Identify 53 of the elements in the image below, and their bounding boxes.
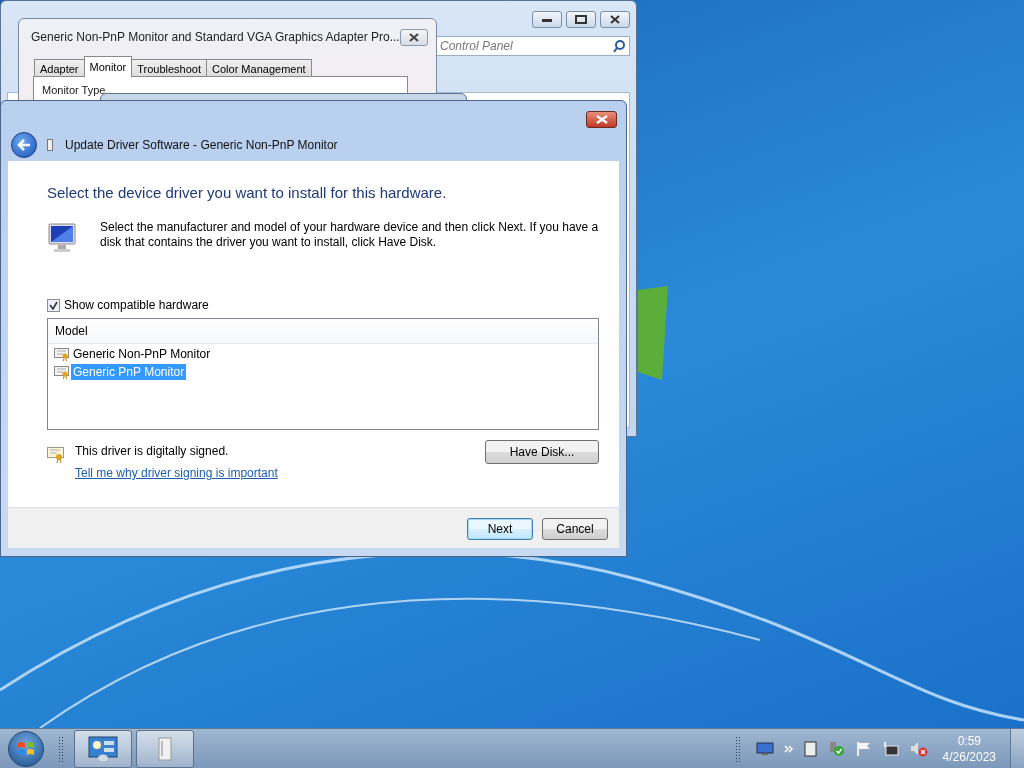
certificate-icon bbox=[54, 347, 70, 361]
device-icon bbox=[47, 139, 53, 151]
control-panel-taskbar-button[interactable] bbox=[74, 729, 132, 768]
security-check-icon[interactable] bbox=[827, 740, 846, 757]
show-compatible-checkbox[interactable]: Show compatible hardware bbox=[47, 298, 599, 312]
close-icon bbox=[610, 15, 620, 24]
close-icon bbox=[595, 115, 608, 124]
search-field[interactable]: Control Panel bbox=[436, 36, 630, 56]
search-icon bbox=[613, 39, 625, 53]
device-taskbar-button[interactable] bbox=[136, 729, 194, 768]
next-button[interactable]: Next bbox=[467, 518, 533, 540]
speaker-muted-icon[interactable] bbox=[909, 740, 928, 757]
control-panel-icon bbox=[87, 734, 119, 763]
back-button[interactable] bbox=[11, 132, 37, 158]
group-label: Monitor Type bbox=[42, 84, 106, 96]
heading: Select the device driver you want to install for this hardware. bbox=[47, 184, 448, 201]
tab[interactable]: Monitor bbox=[83, 56, 133, 77]
close-button[interactable] bbox=[600, 11, 630, 28]
minimize-icon bbox=[542, 17, 552, 22]
maximize-button[interactable] bbox=[566, 11, 596, 28]
close-button[interactable] bbox=[399, 28, 428, 46]
signed-text: This driver is digitally signed. bbox=[75, 444, 229, 458]
description-text: Select the manufacturer and model of your hardware device and then click Next. If you have a disk that contains the driver you want to install, click Have Disk. bbox=[100, 220, 599, 251]
network-icon[interactable] bbox=[881, 740, 900, 757]
checkbox[interactable] bbox=[47, 298, 60, 312]
minimize-button[interactable] bbox=[532, 11, 562, 28]
tab[interactable]: Color Management bbox=[206, 59, 312, 77]
show-desktop-button[interactable] bbox=[1010, 728, 1024, 768]
have-disk-button[interactable]: Have Disk... bbox=[485, 440, 599, 464]
clock-date: 4/26/2023 bbox=[942, 748, 996, 765]
close-icon bbox=[408, 32, 419, 42]
windows-logo-icon bbox=[17, 740, 35, 757]
certificate-icon bbox=[54, 365, 70, 379]
list-item[interactable]: Generic Non-PnP Monitor bbox=[71, 346, 213, 362]
chevron-icon[interactable] bbox=[783, 744, 794, 753]
document-icon[interactable] bbox=[803, 740, 818, 757]
search-input[interactable]: Control Panel bbox=[437, 38, 613, 54]
back-arrow-icon bbox=[17, 139, 31, 151]
window-title: Generic Non-PnP Monitor and Standard VGA Graphics Adapter Pro... bbox=[31, 30, 400, 44]
clock-time: 0:59 bbox=[957, 732, 981, 749]
maximize-icon bbox=[575, 15, 587, 24]
cancel-button[interactable]: Cancel bbox=[542, 518, 608, 540]
start-button[interactable] bbox=[8, 730, 44, 767]
tab[interactable]: Adapter bbox=[34, 59, 85, 77]
monitor-icon bbox=[47, 222, 77, 254]
tab[interactable]: Troubleshoot bbox=[131, 59, 208, 77]
device-icon bbox=[157, 735, 173, 762]
certificate-icon bbox=[47, 446, 65, 463]
monitor-icon[interactable] bbox=[755, 741, 774, 756]
signing-link[interactable]: Tell me why driver signing is important bbox=[75, 466, 278, 480]
column-header[interactable]: Model bbox=[55, 324, 88, 338]
window-title: Update Driver Software - Generic Non-PnP Monitor bbox=[65, 138, 338, 152]
close-button[interactable] bbox=[586, 111, 617, 128]
